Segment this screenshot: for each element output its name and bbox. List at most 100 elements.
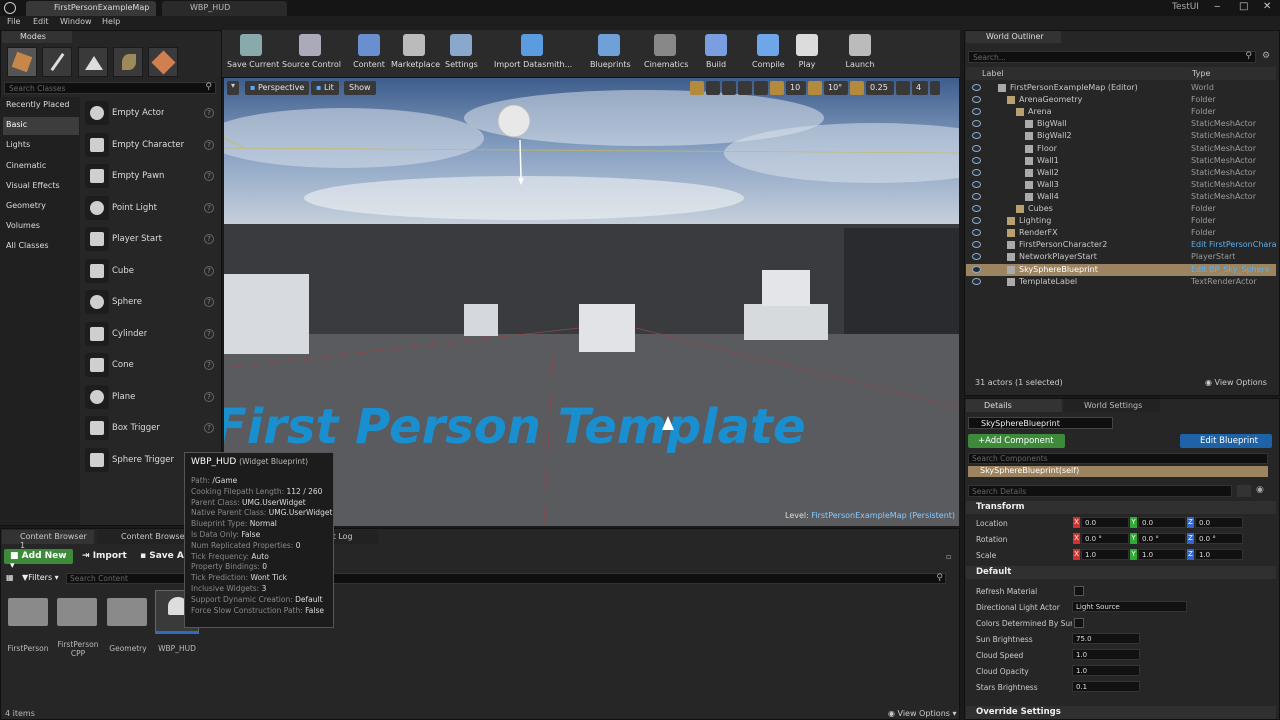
- outliner-row[interactable]: Arena Folder: [966, 106, 1276, 118]
- visibility-eye-icon[interactable]: [972, 168, 981, 176]
- help-icon[interactable]: ?: [204, 139, 214, 150]
- transform-rotation-z-field[interactable]: 0.0 °: [1195, 533, 1243, 544]
- visibility-eye-icon[interactable]: [972, 96, 981, 104]
- property-value-field[interactable]: 1.0: [1072, 649, 1140, 660]
- rotation-snap-icon[interactable]: [808, 81, 822, 95]
- help-icon[interactable]: ?: [204, 234, 214, 244]
- category-recently-placed[interactable]: Recently Placed: [3, 97, 79, 115]
- content-browser-tab[interactable]: Content Browser: [97, 530, 189, 544]
- grid-snap-icon[interactable]: [770, 81, 784, 95]
- default-section[interactable]: Default: [966, 566, 1276, 579]
- place-item-player-start[interactable]: Player Start?: [82, 225, 216, 253]
- launch-button[interactable]: Launch: [843, 33, 877, 75]
- add-new-button[interactable]: ■ Add New ▾: [4, 549, 73, 571]
- outliner-row[interactable]: TemplateLabel TextRenderActor: [966, 276, 1276, 288]
- transform-scale-y-field[interactable]: 1.0: [1138, 549, 1186, 560]
- scale-tool-icon[interactable]: [722, 81, 736, 95]
- place-mode-icon[interactable]: [7, 47, 37, 77]
- place-item-sphere[interactable]: Sphere?: [82, 288, 216, 316]
- transform-location-x-field[interactable]: 0.0: [1081, 517, 1129, 528]
- outliner-settings-icon[interactable]: ⚙: [1262, 51, 1274, 63]
- type-column-header[interactable]: Type: [1192, 69, 1210, 78]
- folder-geometry[interactable]: [107, 598, 147, 626]
- camera-speed-icon[interactable]: [896, 81, 910, 95]
- camera-speed-value[interactable]: 4: [912, 81, 928, 95]
- transform-scale-z-field[interactable]: 1.0: [1195, 549, 1243, 560]
- cinematics-button[interactable]: Cinematics: [644, 33, 688, 75]
- foliage-mode-icon[interactable]: [113, 47, 143, 77]
- outliner-search-input[interactable]: Search... ⚲: [968, 51, 1256, 63]
- eye-icon[interactable]: ◉: [1256, 485, 1270, 497]
- outliner-row[interactable]: FirstPersonCharacter2 Edit FirstPersonCha…: [966, 239, 1277, 251]
- settings-button[interactable]: Settings: [445, 33, 478, 75]
- details-tab[interactable]: Details: [966, 399, 1062, 412]
- visibility-eye-icon[interactable]: [972, 156, 981, 164]
- component-search-input[interactable]: Search Components: [968, 453, 1268, 464]
- play-button[interactable]: Play: [791, 33, 823, 75]
- unreal-logo-icon[interactable]: [4, 2, 16, 14]
- world-settings-tab[interactable]: World Settings: [1064, 399, 1160, 412]
- help-icon[interactable]: ?: [204, 328, 214, 339]
- property-checkbox[interactable]: [1074, 586, 1084, 596]
- transform-location-y-field[interactable]: 0.0: [1138, 517, 1186, 528]
- place-item-box-trigger[interactable]: Box Trigger?: [82, 414, 216, 442]
- marketplace-button[interactable]: Marketplace: [391, 33, 440, 75]
- place-item-empty-character[interactable]: Empty Character?: [82, 131, 216, 159]
- visibility-eye-icon[interactable]: [972, 253, 981, 261]
- menu-window[interactable]: Window: [60, 17, 92, 26]
- widget-tab[interactable]: WBP_HUD: [162, 1, 287, 16]
- folder-firstperson-cpp[interactable]: [57, 598, 97, 626]
- override-settings-section[interactable]: Override Settings: [966, 706, 1276, 719]
- property-checkbox[interactable]: [1074, 618, 1084, 628]
- content-button[interactable]: Content: [352, 33, 386, 75]
- outliner-row[interactable]: RenderFX Folder: [966, 227, 1276, 239]
- outliner-row[interactable]: NetworkPlayerStart PlayerStart: [966, 251, 1276, 263]
- category-geometry[interactable]: Geometry: [3, 198, 79, 216]
- outliner-row[interactable]: Wall4 StaticMeshActor: [966, 191, 1276, 203]
- paint-mode-icon[interactable]: [42, 47, 72, 77]
- show-button[interactable]: Show: [344, 81, 376, 95]
- blueprints-button[interactable]: Blueprints: [590, 33, 631, 75]
- visibility-eye-icon[interactable]: [972, 84, 981, 91]
- category-basic[interactable]: Basic: [3, 117, 79, 136]
- property-value-field[interactable]: 75.0: [1072, 633, 1140, 644]
- outliner-row[interactable]: ArenaGeometry Folder: [966, 94, 1276, 106]
- import-datasmith-button[interactable]: Import Datasmith...: [494, 33, 572, 75]
- visibility-eye-icon[interactable]: [972, 192, 981, 200]
- minimize-icon[interactable]: ‒: [1214, 1, 1220, 12]
- level-tab[interactable]: FirstPersonExampleMap: [26, 1, 156, 16]
- place-item-point-light[interactable]: Point Light?: [82, 194, 216, 222]
- lit-button[interactable]: ▪ Lit: [311, 81, 339, 95]
- category-visual-effects[interactable]: Visual Effects: [3, 178, 79, 196]
- class-search-input[interactable]: Search Classes ⚲: [4, 82, 216, 94]
- actor-name-field[interactable]: SkySphereBlueprint: [968, 417, 1113, 429]
- compile-button[interactable]: Compile: [752, 33, 785, 75]
- add-component-button[interactable]: +Add Component: [968, 434, 1065, 448]
- place-item-empty-pawn[interactable]: Empty Pawn?: [82, 162, 216, 190]
- maximize-viewport-icon[interactable]: [930, 81, 940, 95]
- outliner-row[interactable]: FirstPersonExampleMap (Editor) World: [966, 82, 1276, 94]
- property-value-field[interactable]: Light Source: [1072, 601, 1187, 612]
- details-search-input[interactable]: Search Details: [968, 485, 1232, 497]
- visibility-eye-icon[interactable]: [972, 217, 981, 225]
- grid-snap-value[interactable]: 10: [786, 81, 806, 95]
- outliner-row[interactable]: BigWall StaticMeshActor: [966, 118, 1276, 130]
- menu-file[interactable]: File: [7, 17, 20, 26]
- menu-help[interactable]: Help: [102, 17, 120, 26]
- visibility-eye-icon[interactable]: [972, 277, 981, 285]
- category-all-classes[interactable]: All Classes: [3, 238, 79, 256]
- help-icon[interactable]: ?: [204, 265, 214, 276]
- visibility-eye-icon[interactable]: [972, 180, 981, 188]
- visibility-eye-icon[interactable]: [972, 241, 981, 249]
- outliner-row[interactable]: Wall2 StaticMeshActor: [966, 167, 1276, 179]
- visibility-eye-icon[interactable]: [972, 229, 981, 237]
- menu-edit[interactable]: Edit: [33, 17, 49, 26]
- sources-toggle-icon[interactable]: ▦: [6, 573, 14, 582]
- content-browser-1-tab[interactable]: Content Browser 1: [2, 530, 94, 550]
- help-icon[interactable]: ?: [204, 423, 214, 433]
- rotation-snap-value[interactable]: 10°: [824, 81, 848, 95]
- visibility-eye-icon[interactable]: [972, 144, 981, 152]
- place-item-plane[interactable]: Plane?: [82, 383, 216, 411]
- import-button[interactable]: ⇥ Import: [82, 551, 127, 561]
- maximize-icon[interactable]: □: [1239, 1, 1248, 12]
